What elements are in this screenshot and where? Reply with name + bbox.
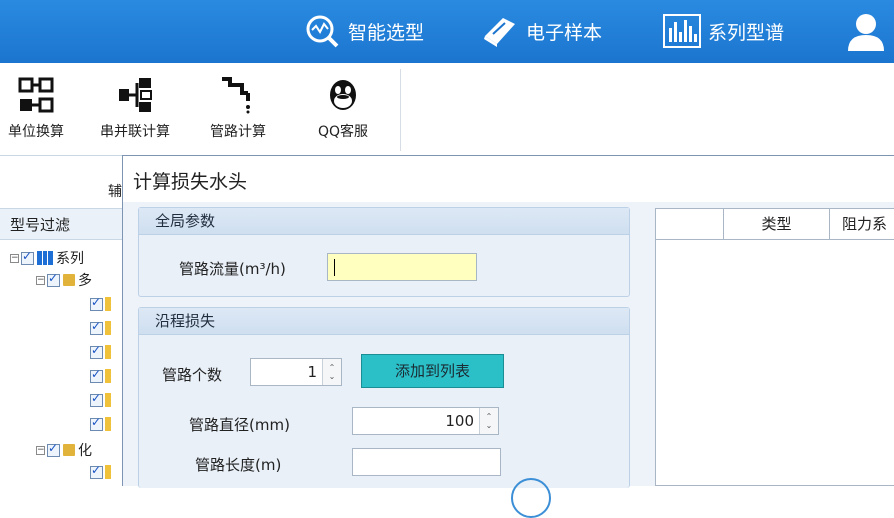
series-parallel-icon (115, 75, 155, 115)
text-cursor (334, 259, 335, 276)
flow-input[interactable] (327, 253, 477, 281)
tree-node-root[interactable]: − 系列 (10, 248, 84, 268)
item-icon (105, 393, 111, 407)
top-navigation-bar: 智能选型 电子样本 系列型谱 (0, 0, 894, 63)
tree-checkbox[interactable] (47, 441, 60, 457)
friction-loss-group: 沿程损失 管路个数 1 ⌃ ⌄ 添加到列表 管路直径(mm) 100 ⌃ ⌄ 管路长… (138, 307, 630, 488)
collapse-icon[interactable]: − (36, 275, 45, 285)
global-params-header: 全局参数 (139, 208, 629, 235)
user-icon (846, 11, 886, 51)
tree-checkbox[interactable] (90, 391, 103, 407)
tree-checkbox[interactable] (90, 343, 103, 359)
tree-node-label: 化 (78, 443, 92, 459)
item-icon (105, 321, 111, 335)
tree-leaf[interactable] (90, 366, 111, 386)
collapse-icon[interactable]: − (10, 253, 19, 263)
tree-node-label: 多 (78, 273, 92, 289)
friction-loss-header: 沿程损失 (139, 308, 629, 335)
pipe-length-input[interactable] (352, 448, 501, 476)
tree-node-label: 系列 (56, 251, 84, 267)
ribbon-group-label-partial: 辅 (108, 184, 122, 200)
user-button[interactable] (846, 10, 892, 52)
series-spectrum-tab[interactable]: 系列型谱 (662, 10, 784, 52)
qq-support-label: QQ客服 (318, 124, 369, 140)
item-icon (105, 417, 111, 431)
item-icon (105, 297, 111, 311)
grid-icon (37, 251, 53, 265)
item-icon (105, 369, 111, 383)
tree-checkbox[interactable] (90, 367, 103, 383)
grid-column-header-type[interactable]: 类型 (724, 209, 830, 239)
qq-support-button[interactable]: QQ客服 (318, 75, 368, 141)
pipe-icon (218, 75, 258, 115)
toolbar-ribbon: 单位换算 串并联计算 管路计算 QQ客服 (0, 63, 894, 156)
book-icon (480, 11, 520, 51)
smart-selection-label: 智能选型 (348, 21, 425, 44)
series-parallel-button[interactable]: 串并联计算 (100, 75, 170, 141)
tree-leaf[interactable] (90, 342, 111, 362)
tree-checkbox[interactable] (90, 463, 103, 479)
tree-leaf[interactable] (90, 390, 111, 410)
pipe-count-label: 管路个数 (162, 366, 223, 384)
folder-icon (63, 444, 75, 456)
pipe-diameter-label: 管路直径(mm) (189, 416, 290, 434)
pipe-calc-button[interactable]: 管路计算 (210, 75, 266, 141)
item-icon (105, 345, 111, 359)
item-icon (105, 465, 111, 479)
series-parallel-label: 串并联计算 (100, 124, 170, 140)
tree-leaf[interactable] (90, 318, 111, 338)
pipe-calc-label: 管路计算 (210, 124, 266, 140)
tree-checkbox[interactable] (90, 415, 103, 431)
dialog-title: 计算损失水头 (133, 171, 248, 193)
unit-convert-label: 单位换算 (8, 124, 64, 140)
model-filter-panel: 型号过滤 − 系列 − 多 − 化 (0, 208, 123, 485)
tree-leaf[interactable] (90, 462, 111, 482)
magnifier-chart-icon (302, 11, 342, 51)
pipe-diameter-stepper[interactable]: 100 ⌃ ⌄ (352, 407, 499, 435)
collapse-icon[interactable]: − (36, 445, 45, 455)
tree-checkbox[interactable] (90, 319, 103, 335)
pipe-count-stepper[interactable]: 1 ⌃ ⌄ (250, 358, 342, 386)
model-filter-header: 型号过滤 (0, 208, 122, 240)
pipe-length-label: 管路长度(m) (195, 456, 282, 474)
tree-checkbox[interactable] (21, 249, 34, 265)
smart-selection-tab[interactable]: 智能选型 (302, 10, 424, 52)
spinner-arrows-icon[interactable]: ⌃ ⌄ (322, 359, 341, 385)
tree-node-group[interactable]: − 多 (36, 270, 92, 290)
pipe-count-value: 1 (307, 363, 317, 381)
folder-icon (63, 274, 75, 286)
series-spectrum-label: 系列型谱 (708, 21, 785, 44)
pipe-diameter-value: 100 (445, 412, 474, 430)
add-to-list-button[interactable]: 添加到列表 (361, 354, 504, 388)
grid-column-header[interactable] (656, 209, 724, 239)
flow-label: 管路流量(m³/h) (179, 260, 286, 278)
bar-chart-icon (662, 11, 702, 51)
unit-convert-button[interactable]: 单位换算 (8, 75, 64, 141)
round-button-partial[interactable] (511, 478, 551, 518)
tree-leaf[interactable] (90, 414, 111, 434)
tree-checkbox[interactable] (90, 295, 103, 311)
loss-items-grid[interactable]: 类型 阻力系 (655, 208, 894, 486)
e-catalog-tab[interactable]: 电子样本 (480, 10, 602, 52)
qq-icon (323, 75, 363, 115)
ribbon-separator (400, 69, 401, 151)
unit-convert-icon (16, 75, 56, 115)
head-loss-dialog: 计算损失水头 全局参数 管路流量(m³/h) 沿程损失 管路个数 1 ⌃ ⌄ 添加… (122, 155, 894, 518)
tree-leaf[interactable] (90, 294, 111, 314)
global-params-group: 全局参数 管路流量(m³/h) (138, 207, 630, 297)
e-catalog-label: 电子样本 (526, 21, 603, 44)
spinner-arrows-icon[interactable]: ⌃ ⌄ (479, 408, 498, 434)
grid-header: 类型 阻力系 (656, 209, 894, 240)
tree-checkbox[interactable] (47, 271, 60, 287)
tree-node-group[interactable]: − 化 (36, 440, 92, 460)
grid-column-header-resistance[interactable]: 阻力系 (830, 209, 894, 239)
